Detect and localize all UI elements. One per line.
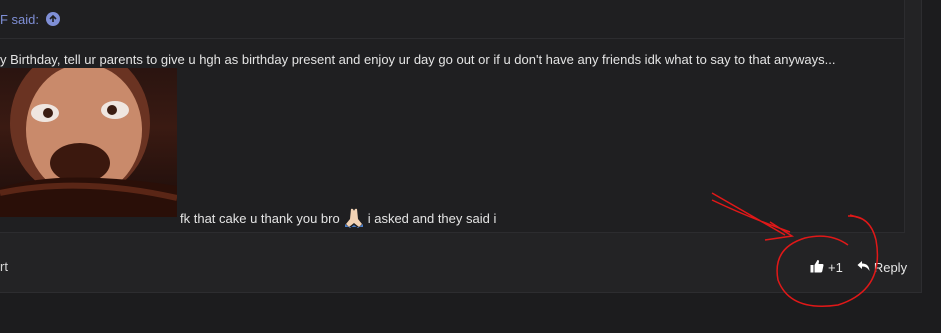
reply-label: Reply [873, 260, 908, 275]
reply-text: fk that cake u thank you bro i asked and… [180, 207, 496, 229]
report-link-fragment[interactable]: rt [0, 259, 8, 274]
arrow-up-circle-icon[interactable] [46, 12, 61, 26]
thumbs-up-icon [810, 259, 824, 276]
like-button[interactable]: +1 [810, 259, 843, 276]
cake-gif-image [0, 68, 177, 217]
quote-text: y Birthday, tell ur parents to give u hg… [0, 52, 836, 67]
forum-post: F said: y Birthday, tell ur parents to g… [0, 0, 922, 293]
praying-hands-emoji [343, 207, 365, 229]
reply-button[interactable]: Reply [857, 260, 907, 275]
reply-text-part2: i asked and they said i [367, 210, 497, 226]
reply-arrow-icon [857, 260, 870, 275]
quote-header: F said: [0, 0, 904, 39]
quote-attribution-link[interactable]: F said: [0, 11, 61, 27]
reply-text-part1: fk that cake u thank you bro [180, 210, 340, 226]
post-actions: +1 Reply [810, 259, 907, 276]
quote-attribution-text: F said: [0, 11, 40, 27]
like-count: +1 [828, 260, 843, 275]
